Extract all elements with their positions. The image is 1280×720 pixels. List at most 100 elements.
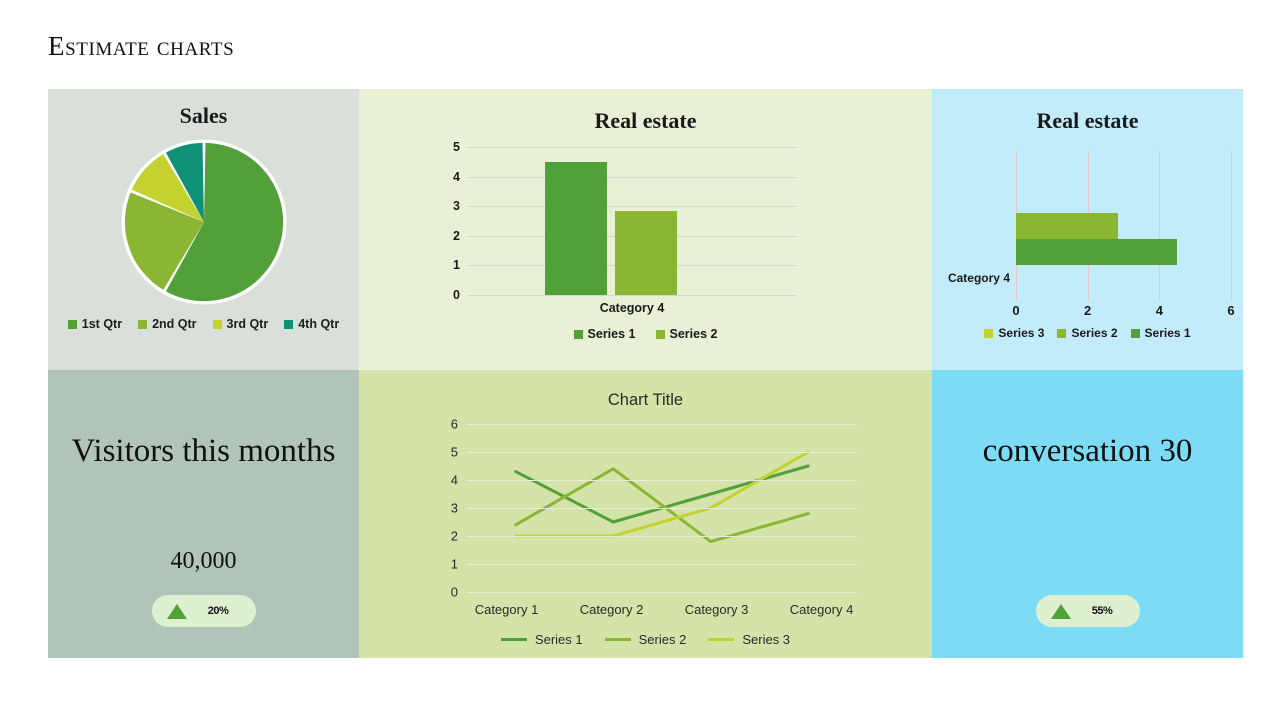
hbar-chart-x-axis: 0 2 4 6 (1012, 303, 1235, 321)
bar-chart-legend: Series 1 Series 2 (359, 327, 932, 341)
hbar-series-2[interactable] (1016, 213, 1119, 239)
line-y-tick-6: 6 (450, 416, 458, 432)
visitors-kpi-heading: Visitors this months (71, 433, 336, 469)
legend-label-series-3: Series 3 (742, 632, 791, 647)
legend-label-2nd-qtr: 2nd Qtr (152, 317, 197, 331)
line-x-label: Category 1 (474, 602, 539, 617)
bar-grid-line (467, 206, 797, 208)
legend-line-series-1 (500, 638, 527, 641)
legend-item-3rd-qtr[interactable]: 3rd Qtr (212, 317, 269, 331)
conversation-trend-badge[interactable]: 55% (1035, 595, 1140, 627)
line-chart-title: Chart Title (607, 391, 684, 409)
line-grid-line (467, 592, 857, 593)
hbar-series-1[interactable] (1016, 239, 1178, 265)
visitors-kpi-value: 40,000 (170, 548, 237, 574)
legend-item-series-1[interactable]: Series 1 (573, 327, 636, 341)
legend-label-1st-qtr: 1st Qtr (81, 317, 123, 331)
legend-label-3rd-qtr: 3rd Qtr (226, 317, 269, 331)
panel-sales-pie-chart: Sales 1st Qtr 2nd Qtr 3rd Qtr 4th Qtr (48, 89, 359, 370)
bar-grid-line (467, 176, 797, 178)
legend-line-series-3 (708, 638, 735, 641)
legend-swatch-series-3 (984, 328, 994, 338)
panel-real-estate-bar-chart: Real estate 0 1 2 3 4 5 Category 4 Series 1 S… (359, 89, 932, 370)
legend-line-series-2 (604, 638, 631, 641)
legend-swatch-series-1 (1130, 328, 1140, 338)
visitors-trend-badge[interactable]: 20% (151, 595, 256, 627)
legend-item-4th-qtr[interactable]: 4th Qtr (284, 317, 339, 331)
legend-swatch-2nd-qtr (138, 319, 148, 329)
pie-legend: 1st Qtr 2nd Qtr 3rd Qtr 4th Qtr (48, 317, 359, 331)
hbar-x-tick-4: 4 (1155, 303, 1163, 318)
bar-y-tick-3: 3 (453, 199, 460, 214)
hbar-chart-category-label: Category 4 (947, 271, 1010, 285)
legend-label-series-1: Series 1 (1144, 326, 1191, 340)
visitors-trend-percent: 20% (207, 605, 229, 617)
pie-chart (118, 136, 290, 308)
line-grid-line (467, 424, 857, 425)
pie-chart-svg (120, 139, 287, 305)
legend-label-series-2: Series 2 (669, 327, 718, 341)
line-grid-line (467, 480, 857, 481)
legend-swatch-series-2 (655, 329, 665, 339)
hbar-x-tick-0: 0 (1012, 303, 1020, 318)
bar-chart-plot-area: 0 1 2 3 4 5 (453, 140, 797, 302)
bar-chart-x-axis-label: Category 4 (599, 301, 665, 315)
legend-label-series-1: Series 1 (534, 632, 583, 647)
hbar-grid-line (1159, 151, 1161, 301)
bar-series-2[interactable] (615, 210, 677, 295)
hbar-chart-title: Real estate (1036, 108, 1139, 133)
bar-y-tick-4: 4 (453, 169, 460, 184)
conversation-kpi-heading: conversation 30 (982, 433, 1193, 469)
legend-item-series-3[interactable]: Series 3 (984, 326, 1044, 340)
legend-item-series-1[interactable]: Series 1 (1130, 326, 1191, 340)
legend-swatch-series-1 (573, 329, 583, 339)
triangle-up-icon (1050, 603, 1071, 619)
conversation-trend-percent: 55% (1091, 605, 1113, 617)
line-x-label: Category 4 (789, 602, 854, 617)
legend-item-1st-qtr[interactable]: 1st Qtr (67, 317, 123, 331)
line-y-tick-2: 2 (450, 528, 458, 544)
line-series-1[interactable] (516, 466, 809, 522)
legend-swatch-series-2 (1057, 328, 1067, 338)
dashboard-grid: Sales 1st Qtr 2nd Qtr 3rd Qtr 4th Qtr Re… (48, 89, 1243, 658)
legend-swatch-3rd-qtr (212, 319, 222, 329)
line-grid-line (467, 536, 857, 537)
hbar-chart-legend: Series 3 Series 2 Series 1 (932, 326, 1243, 340)
bar-y-tick-5: 5 (453, 140, 460, 154)
legend-label-series-3: Series 3 (998, 326, 1045, 340)
legend-item-series-2[interactable]: Series 2 (1057, 326, 1118, 340)
bar-y-tick-2: 2 (453, 228, 460, 243)
line-x-label: Category 2 (579, 602, 644, 617)
hbar-grid-line (1231, 151, 1232, 301)
page-title: Estimate charts (48, 31, 235, 61)
line-chart-plot-area: 0 1 2 3 4 5 6 (451, 417, 857, 600)
legend-item-series-3[interactable]: Series 3 (708, 632, 790, 647)
bar-y-tick-0: 0 (453, 288, 460, 302)
legend-label-series-2: Series 2 (1071, 326, 1118, 340)
line-grid-line (467, 452, 857, 453)
legend-item-series-2[interactable]: Series 2 (655, 327, 718, 341)
bar-grid-line (467, 147, 797, 148)
sales-chart-title: Sales (179, 103, 228, 128)
legend-item-series-1[interactable]: Series 1 (500, 632, 583, 647)
line-y-tick-4: 4 (450, 472, 458, 488)
legend-swatch-4th-qtr (284, 319, 294, 329)
panel-line-chart: Chart Title 0 1 2 3 4 5 6 Category 1 Category 2… (359, 370, 932, 658)
legend-swatch-1st-qtr (67, 319, 77, 329)
panel-conversation-kpi: conversation 30 55% (932, 370, 1243, 658)
panel-real-estate-horizontal-bar-chart: Real estate Category 4 0 2 4 6 Series 3 Ser… (932, 89, 1243, 370)
hbar-x-tick-2: 2 (1084, 303, 1092, 318)
line-chart-legend: Series 1 Series 2 Series 3 (359, 632, 932, 647)
hbar-x-tick-6: 6 (1227, 303, 1235, 318)
line-y-tick-1: 1 (450, 556, 458, 572)
hbar-chart-plot-area (1016, 151, 1232, 301)
legend-item-2nd-qtr[interactable]: 2nd Qtr (138, 317, 197, 331)
legend-label-series-2: Series 2 (638, 632, 687, 647)
line-y-tick-3: 3 (450, 500, 458, 516)
legend-label-4th-qtr: 4th Qtr (298, 317, 340, 331)
line-y-tick-0: 0 (450, 584, 458, 600)
bar-chart-title: Real estate (594, 108, 697, 133)
bar-series-1[interactable] (545, 161, 607, 295)
legend-item-series-2[interactable]: Series 2 (604, 632, 687, 647)
line-y-tick-5: 5 (450, 444, 458, 460)
